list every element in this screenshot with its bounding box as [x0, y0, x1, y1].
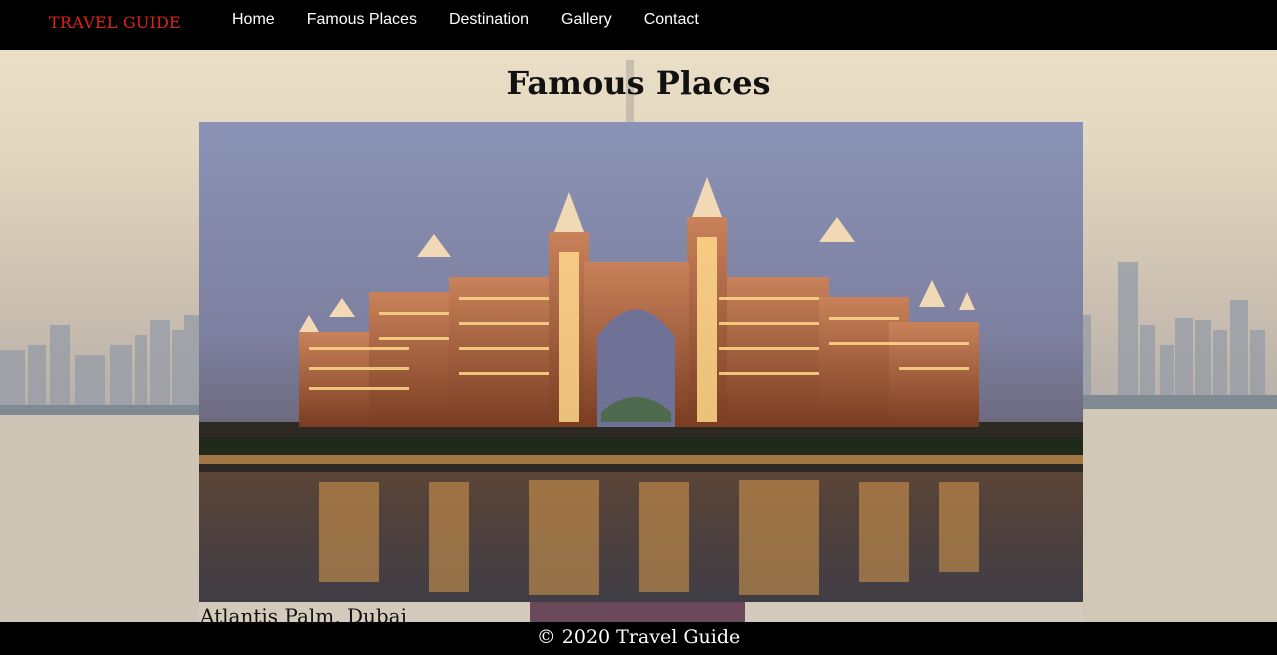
- footer-copyright: © 2020 Travel Guide: [536, 626, 741, 648]
- page-footer: © 2020 Travel Guide: [0, 622, 1277, 655]
- nav-link-famous-places[interactable]: Famous Places: [307, 10, 417, 30]
- page-title: Famous Places: [506, 64, 771, 102]
- nav-link-contact[interactable]: Contact: [644, 10, 699, 30]
- brand-logo[interactable]: TRAVEL GUIDE: [49, 13, 181, 32]
- featured-place-photo: [199, 122, 1083, 602]
- nav-link-home[interactable]: Home: [232, 10, 275, 30]
- nav-links: Home Famous Places Destination Gallery C…: [232, 10, 731, 30]
- top-navbar: TRAVEL GUIDE Home Famous Places Destinat…: [0, 0, 1277, 50]
- nav-link-destination[interactable]: Destination: [449, 10, 529, 30]
- nav-link-gallery[interactable]: Gallery: [561, 10, 612, 30]
